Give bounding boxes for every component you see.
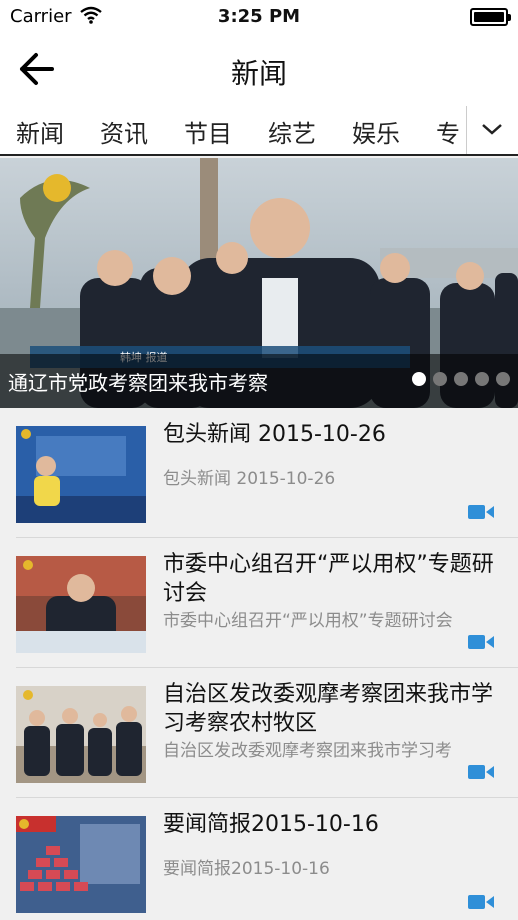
news-list-item[interactable]: 包头新闻 2015-10-26 包头新闻 2015-10-26 xyxy=(0,408,518,538)
battery-icon xyxy=(470,8,511,26)
banner-carousel[interactable]: 韩坤 报道 通辽市党政考察团来我市考察 xyxy=(0,158,518,408)
status-bar: Carrier 3:25 PM xyxy=(0,0,518,34)
carousel-dot[interactable] xyxy=(433,372,447,386)
news-thumbnail xyxy=(16,426,146,523)
news-headline: 自治区发改委观摩考察团来我市学习考察农村牧区 xyxy=(163,682,494,736)
news-thumbnail xyxy=(16,556,146,653)
tab-info[interactable]: 资讯 xyxy=(100,114,148,149)
news-thumbnail xyxy=(16,816,146,913)
chevron-down-icon xyxy=(482,124,502,135)
news-summary: 要闻简报2015-10-16 xyxy=(163,859,330,879)
carousel-dot[interactable] xyxy=(412,372,426,386)
tab-programs[interactable]: 节目 xyxy=(184,114,232,149)
news-headline: 包头新闻 2015-10-26 xyxy=(163,422,386,447)
tab-special[interactable]: 专 xyxy=(436,114,460,149)
video-camera-icon xyxy=(468,895,494,909)
news-summary: 自治区发改委观摩考察团来我市学习考 xyxy=(163,741,452,761)
category-tabs: 新闻 资讯 节目 综艺 娱乐 专 xyxy=(0,106,518,156)
news-list-item[interactable]: 市委中心组召开“严以用权”专题研讨会 市委中心组召开“严以用权”专题研讨会 xyxy=(0,538,518,668)
news-summary: 市委中心组召开“严以用权”专题研讨会 xyxy=(163,611,453,631)
news-thumbnail xyxy=(16,686,146,783)
news-headline: 要闻简报2015-10-16 xyxy=(163,812,379,837)
tab-news[interactable]: 新闻 xyxy=(16,114,64,149)
news-list-item[interactable]: 要闻简报2015-10-16 要闻简报2015-10-16 xyxy=(0,798,518,920)
carousel-indicator xyxy=(412,372,510,386)
carousel-dot[interactable] xyxy=(454,372,468,386)
clock: 3:25 PM xyxy=(217,6,301,27)
video-camera-icon xyxy=(468,635,494,649)
tab-variety[interactable]: 综艺 xyxy=(268,114,316,149)
tab-entertainment[interactable]: 娱乐 xyxy=(352,114,400,149)
carousel-dot[interactable] xyxy=(475,372,489,386)
video-camera-icon xyxy=(468,505,494,519)
carousel-dot[interactable] xyxy=(496,372,510,386)
video-camera-icon xyxy=(468,765,494,779)
page-title: 新闻 xyxy=(230,57,287,90)
banner-caption: 通辽市党政考察团来我市考察 xyxy=(8,371,268,395)
news-list-item[interactable]: 自治区发改委观摩考察团来我市学习考察农村牧区 自治区发改委观摩考察团来我市学习考 xyxy=(0,668,518,798)
news-summary: 包头新闻 2015-10-26 xyxy=(163,469,336,489)
banner-caption-bar: 通辽市党政考察团来我市考察 xyxy=(0,354,518,408)
news-headline: 市委中心组召开“严以用权”专题研讨会 xyxy=(163,552,494,606)
news-list: 包头新闻 2015-10-26 包头新闻 2015-10-26 市委中心组召开“… xyxy=(0,408,518,920)
more-tabs-button[interactable] xyxy=(466,106,518,154)
navigation-bar: 新闻 xyxy=(0,34,518,106)
